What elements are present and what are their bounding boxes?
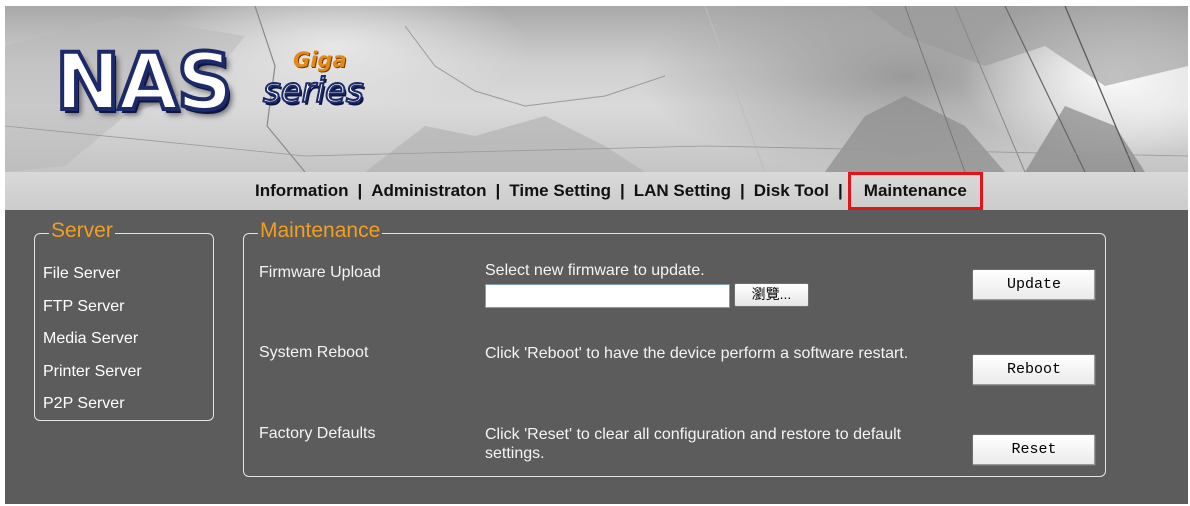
sidebar-item-printer-server[interactable]: Printer Server <box>43 356 142 389</box>
reboot-description: Click 'Reboot' to have the device perfor… <box>485 345 909 362</box>
nas-logo: NAS Giga series <box>45 38 445 154</box>
nav-separator: | <box>495 181 501 200</box>
server-sidebar: Server File Server FTP Server Media Serv… <box>34 220 214 421</box>
sidebar-item-file-server[interactable]: File Server <box>43 258 142 291</box>
sidebar-item-p2p-server[interactable]: P2P Server <box>43 388 142 421</box>
reboot-button[interactable]: Reboot <box>972 354 1096 386</box>
sidebar-item-media-server[interactable]: Media Server <box>43 323 142 356</box>
maintenance-panel: Maintenance Firmware Upload Select new f… <box>243 220 1106 477</box>
nav-item-lan-setting[interactable]: LAN Setting <box>634 181 731 201</box>
maintenance-legend: Maintenance <box>258 219 383 242</box>
reset-button[interactable]: Reset <box>972 434 1096 466</box>
top-nav-bar: Information | Administraton | Time Setti… <box>5 172 1188 210</box>
sidebar-item-ftp-server[interactable]: FTP Server <box>43 291 142 324</box>
nav-separator: | <box>619 181 625 200</box>
firmware-description: Select new firmware to update. <box>485 262 705 279</box>
nav-separator: | <box>740 181 745 200</box>
nav-item-maintenance[interactable]: Maintenance <box>847 172 983 210</box>
page-frame: NAS Giga series Information | Administra… <box>5 6 1188 504</box>
nav-item-administration[interactable]: Administraton <box>371 181 486 201</box>
nav-separator: | <box>838 181 843 200</box>
logo-series-text: series <box>262 71 365 111</box>
logo-giga-text: Giga <box>293 48 347 72</box>
firmware-file-input[interactable] <box>485 284 730 308</box>
logo-brand-text: NAS <box>53 38 235 128</box>
firmware-upload-label: Firmware Upload <box>259 264 381 281</box>
server-link-list: File Server FTP Server Media Server Prin… <box>43 258 142 421</box>
nav-menu: Information | Administraton | Time Setti… <box>255 172 983 210</box>
reset-description: Click 'Reset' to clear all configuration… <box>485 426 902 462</box>
nav-item-information[interactable]: Information <box>255 181 349 201</box>
header-banner: NAS Giga series <box>5 6 1188 172</box>
update-button[interactable]: Update <box>972 269 1096 301</box>
server-legend: Server <box>49 219 115 242</box>
nav-item-time-setting[interactable]: Time Setting <box>509 181 611 201</box>
nav-separator: | <box>357 181 363 200</box>
factory-defaults-label: Factory Defaults <box>259 425 376 442</box>
system-reboot-label: System Reboot <box>259 344 369 361</box>
nav-item-disk-tool[interactable]: Disk Tool <box>754 181 829 201</box>
browse-button[interactable]: 瀏覽... <box>734 283 809 307</box>
